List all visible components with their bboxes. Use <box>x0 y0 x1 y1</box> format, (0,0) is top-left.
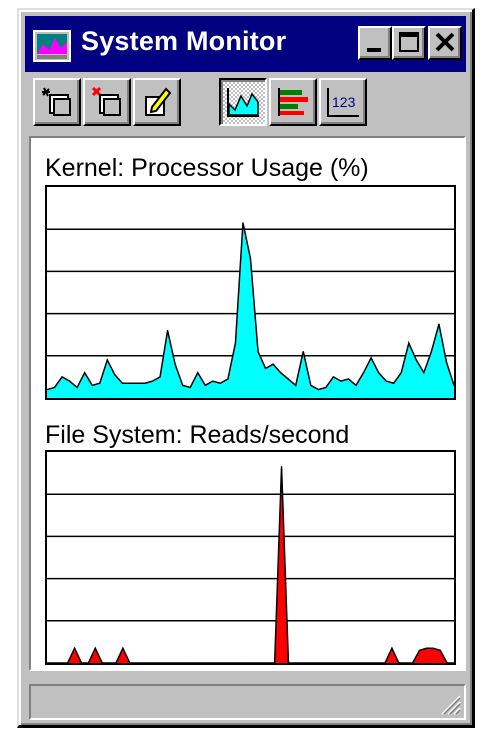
reads-chart-data-point <box>73 647 76 649</box>
minimize-icon <box>367 48 381 52</box>
add-to-chart-button[interactable] <box>33 78 81 126</box>
processor-chart-data-point <box>264 367 267 370</box>
window-title: System Monitor <box>81 26 287 56</box>
processor-chart-data-point <box>295 384 297 386</box>
processor-chart-data-point <box>159 376 161 378</box>
processor-chart-data-point <box>212 380 214 382</box>
edit-icon <box>145 87 172 116</box>
reads-chart-title: File System: Reads/second <box>45 421 350 449</box>
chart-panel: Kernel: Processor Usage (%) File System:… <box>29 136 466 671</box>
processor-chart-data-point <box>106 359 108 361</box>
remove-from-chart-button[interactable] <box>83 78 131 126</box>
processor-chart-title: Kernel: Processor Usage (%) <box>45 154 369 182</box>
processor-chart-data-point <box>408 342 410 344</box>
processor-chart-data-point <box>174 363 176 365</box>
bar-chart-icon <box>278 88 308 116</box>
resize-grip-icon[interactable] <box>438 692 462 716</box>
processor-chart-data-point <box>84 372 86 374</box>
processor-chart-data-point <box>385 380 387 382</box>
reads-chart-data-point <box>439 649 441 651</box>
add-item-icon <box>42 87 71 116</box>
reads-chart-data-point <box>418 649 421 651</box>
reads-chart-data-point <box>432 647 434 649</box>
minimize-button[interactable] <box>358 26 392 60</box>
reads-chart-frame <box>45 450 456 665</box>
reads-chart-data-point <box>425 647 428 649</box>
numeric-view-label: 123 <box>332 94 356 110</box>
processor-chart-data-point <box>151 380 154 382</box>
processor-chart-data-point <box>347 378 350 380</box>
processor-chart-data-point <box>99 382 101 384</box>
maximize-icon <box>399 32 419 52</box>
processor-chart-data-point <box>445 361 448 363</box>
close-icon <box>435 32 455 52</box>
reads-chart-data-point <box>391 647 393 649</box>
processor-chart-data-point <box>400 372 402 374</box>
reads-per-second-chart <box>45 450 456 665</box>
numeric-icon: 123 <box>327 88 359 117</box>
processor-chart-data-point <box>53 386 56 389</box>
processor-chart-data-point <box>76 386 78 389</box>
processor-chart-data-point <box>430 350 432 353</box>
processor-chart-data-point <box>219 382 221 384</box>
processor-chart-data-point <box>310 384 312 386</box>
processor-chart-data-point <box>114 374 116 376</box>
processor-chart-data-point <box>234 342 237 344</box>
bar-chart-view-button[interactable] <box>269 78 317 126</box>
close-button[interactable] <box>428 26 462 60</box>
processor-chart-data-point <box>227 378 229 380</box>
reads-chart-data-point <box>122 647 124 649</box>
maximize-button[interactable] <box>392 26 426 60</box>
processor-chart-data-point <box>370 357 372 359</box>
status-bar <box>29 684 466 720</box>
system-monitor-window: System Monitor 123 Kernel: Processor Usa… <box>17 8 475 728</box>
numeric-view-button[interactable]: 123 <box>319 78 367 126</box>
processor-chart-data-point <box>272 363 274 365</box>
reads-chart-data-point <box>94 647 96 649</box>
processor-chart-data-point <box>69 380 71 382</box>
system-monitor-app-icon[interactable] <box>33 30 71 62</box>
line-chart-icon <box>227 88 259 117</box>
line-chart-view-button[interactable] <box>219 78 267 126</box>
title-bar[interactable]: System Monitor <box>25 16 466 72</box>
processor-chart-data-point <box>415 359 417 361</box>
processor-chart-data-point <box>302 350 304 353</box>
processor-chart-data-point <box>182 384 184 386</box>
processor-chart-data-point <box>61 376 63 378</box>
processor-chart-data-point <box>378 372 380 374</box>
reads-chart-data-point <box>280 466 283 468</box>
processor-chart-data-point <box>91 384 93 386</box>
processor-chart-data-point <box>423 372 425 374</box>
processor-chart-data-point <box>340 380 342 382</box>
processor-chart-data-point <box>280 372 282 374</box>
processor-chart-data-point <box>355 384 357 386</box>
processor-chart-data-point <box>197 372 199 374</box>
processor-chart-data-point <box>166 329 169 332</box>
processor-usage-chart <box>45 185 456 400</box>
processor-chart-data-point <box>362 372 365 374</box>
edit-chart-entry-button[interactable] <box>133 78 181 126</box>
processor-chart-data-point <box>287 378 289 380</box>
processor-chart-data-point <box>438 323 440 325</box>
processor-chart-data-point <box>332 376 335 378</box>
processor-chart-data-point <box>136 382 139 384</box>
processor-chart-data-point <box>249 258 252 260</box>
processor-chart-data-point <box>204 384 206 386</box>
processor-chart-data-point <box>242 222 244 224</box>
processor-chart-data-point <box>325 386 327 389</box>
processor-chart-data-point <box>121 382 123 384</box>
processor-chart-data-point <box>189 386 191 389</box>
processor-chart-data-point <box>393 382 395 384</box>
processor-chart-data-point <box>257 350 259 353</box>
processor-chart-data-point <box>317 388 319 391</box>
processor-chart-data-point <box>144 382 146 384</box>
remove-item-icon <box>91 86 121 116</box>
processor-chart-data-point <box>129 382 131 384</box>
